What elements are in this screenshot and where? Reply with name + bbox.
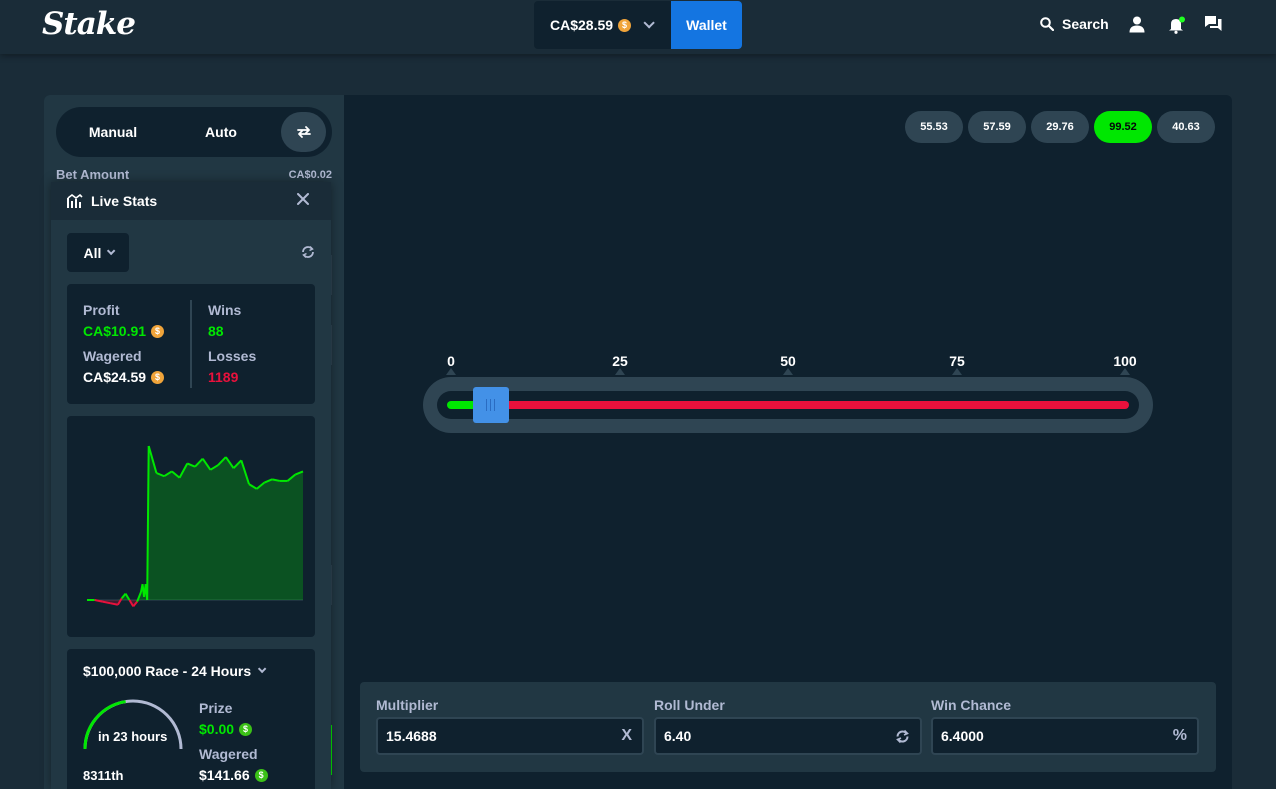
dollar-coin-icon: $ — [151, 370, 165, 384]
losses-label: Losses — [208, 348, 257, 364]
tab-manual[interactable]: Manual — [61, 112, 165, 152]
dollar-coin-icon: $ — [239, 722, 253, 736]
prize-amount: $0.00 — [199, 721, 235, 737]
profit-chart[interactable] — [67, 416, 315, 637]
scale-tick — [952, 368, 962, 375]
notification-dot — [1179, 16, 1185, 23]
search-label: Search — [1062, 16, 1109, 32]
bell-icon[interactable] — [1168, 16, 1186, 34]
multiplier-label: Multiplier — [376, 697, 439, 713]
scale-label: 0 — [447, 353, 455, 369]
balance-selector[interactable]: CA$28.59 $ — [534, 1, 671, 49]
search-button[interactable]: Search — [1040, 16, 1109, 32]
scale-label: 25 — [612, 353, 628, 369]
roll-under-value: 6.40 — [664, 728, 692, 744]
wins-value: 88 — [208, 323, 224, 339]
multiplier-value: 15.4688 — [386, 728, 437, 744]
prize-value: $0.00 $ — [199, 721, 253, 737]
live-stats-title: Live Stats — [91, 193, 158, 209]
race-wagered-value: $141.66 $ — [199, 767, 268, 783]
history-result[interactable]: 57.59 — [968, 111, 1026, 143]
wagered-amount: CA$24.59 — [83, 369, 147, 385]
tab-auto[interactable]: Auto — [169, 112, 273, 152]
bet-settings-panel: Multiplier 15.4688 X Roll Under 6.40 Win… — [360, 682, 1216, 772]
swap-icon — [296, 126, 311, 138]
top-header: Stake CA$28.59 $ Wallet Search — [0, 0, 1276, 54]
profit-value: CA$10.91 $ — [83, 323, 165, 339]
chat-icon[interactable] — [1205, 16, 1222, 32]
mode-toggle: Manual Auto — [56, 107, 332, 157]
stats-summary: Profit CA$10.91 $ Wagered CA$24.59 $ Win… — [67, 284, 315, 404]
race-time-left: in 23 hours — [98, 729, 168, 744]
race-wagered-amount: $141.66 — [199, 767, 250, 783]
bet-amount-value: CA$0.02 — [288, 169, 332, 181]
win-chance-value: 6.4000 — [941, 728, 984, 744]
close-icon[interactable] — [297, 193, 309, 205]
dollar-coin-icon: $ — [151, 324, 165, 338]
live-stats-header[interactable]: Live Stats — [51, 182, 331, 220]
win-chance-label: Win Chance — [931, 697, 1011, 713]
bet-amount-label: Bet Amount — [56, 167, 130, 182]
race-wagered-label: Wagered — [199, 746, 258, 762]
scale-tick — [783, 368, 793, 375]
multiplier-x-icon: X — [621, 727, 632, 744]
race-progress-gauge — [83, 699, 183, 750]
wins-label: Wins — [208, 302, 242, 318]
profit-area — [87, 446, 303, 600]
stats-divider — [190, 300, 192, 388]
scale-tick — [615, 368, 625, 375]
scale-label: 50 — [780, 353, 796, 369]
refresh-icon[interactable] — [301, 245, 315, 259]
wagered-label: Wagered — [83, 348, 142, 364]
history-result-win[interactable]: 99.52 — [1094, 111, 1152, 143]
stats-filter-select[interactable]: All — [67, 233, 129, 272]
stats-chart-icon — [67, 194, 83, 208]
race-rank: 8311th — [83, 768, 124, 783]
history-result[interactable]: 55.53 — [905, 111, 963, 143]
race-selector[interactable]: $100,000 Race - 24 Hours — [83, 663, 267, 679]
history-result[interactable]: 29.76 — [1031, 111, 1089, 143]
race-panel: $100,000 Race - 24 Hours in 23 hours 831… — [67, 649, 315, 789]
dice-slider-track — [423, 377, 1153, 433]
scale-tick — [1120, 368, 1130, 375]
balance-value: CA$28.59 — [550, 17, 614, 33]
prize-label: Prize — [199, 700, 233, 716]
scale-tick — [446, 368, 456, 375]
stats-filter-value: All — [83, 244, 102, 261]
user-icon[interactable] — [1129, 16, 1145, 33]
win-chance-field[interactable]: 6.4000 % — [931, 717, 1199, 755]
dice-slider-inner — [437, 391, 1139, 419]
loss-range-bar[interactable] — [490, 401, 1129, 409]
scale-label: 75 — [949, 353, 965, 369]
roll-under-label: Roll Under — [654, 697, 725, 713]
losses-value: 1189 — [208, 369, 239, 385]
profit-amount: CA$10.91 — [83, 323, 147, 339]
dollar-coin-icon: $ — [618, 18, 632, 32]
dollar-coin-icon: $ — [254, 768, 268, 782]
race-title: $100,000 Race - 24 Hours — [83, 663, 252, 679]
wallet-button[interactable]: Wallet — [671, 1, 742, 49]
percent-icon: % — [1172, 727, 1187, 744]
profit-label: Profit — [83, 302, 120, 318]
swap-button[interactable] — [281, 112, 326, 152]
history-result[interactable]: 40.63 — [1157, 111, 1215, 143]
multiplier-field[interactable]: 15.4688 X — [376, 717, 644, 755]
search-icon — [1040, 17, 1054, 31]
profit-chart-svg — [87, 445, 304, 607]
scale-label: 100 — [1113, 353, 1137, 369]
live-stats-panel: Live Stats All Profit CA$10.91 $ Wagered… — [51, 182, 331, 789]
stake-logo[interactable]: Stake — [42, 6, 136, 42]
roll-swap-icon[interactable] — [895, 729, 910, 744]
chevron-down-icon — [107, 246, 116, 255]
roll-under-field[interactable]: 6.40 — [654, 717, 922, 755]
chevron-down-icon — [643, 17, 655, 29]
wagered-value: CA$24.59 $ — [83, 369, 165, 385]
dice-slider-handle[interactable] — [472, 387, 509, 423]
chevron-down-icon — [257, 664, 267, 674]
